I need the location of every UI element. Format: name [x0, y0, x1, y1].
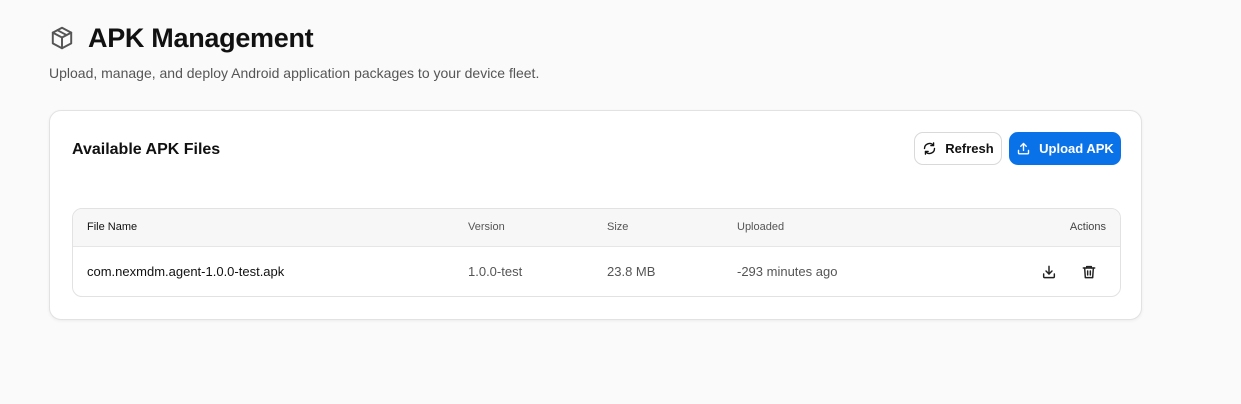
page-subtitle: Upload, manage, and deploy Android appli…: [49, 65, 540, 81]
table-header: File Name Version Size Uploaded Actions: [73, 209, 1120, 247]
apk-files-card: Available APK Files Refresh Upload APK F…: [49, 110, 1142, 320]
refresh-button[interactable]: Refresh: [914, 132, 1002, 165]
upload-icon: [1017, 142, 1030, 155]
refresh-button-label: Refresh: [945, 141, 994, 156]
table-row: com.nexmdm.agent-1.0.0-test.apk 1.0.0-te…: [73, 247, 1120, 296]
upload-apk-button-label: Upload APK: [1039, 141, 1114, 156]
upload-apk-button[interactable]: Upload APK: [1009, 132, 1121, 165]
cell-uploaded: -293 minutes ago: [737, 264, 838, 279]
trash-icon[interactable]: [1080, 263, 1098, 281]
cell-file-name: com.nexmdm.agent-1.0.0-test.apk: [87, 264, 285, 279]
card-title: Available APK Files: [72, 141, 221, 158]
cell-size: 23.8 MB: [607, 264, 656, 279]
column-header-uploaded: Uploaded: [737, 221, 785, 233]
column-header-version: Version: [468, 221, 505, 233]
page: APK Management Upload, manage, and deplo…: [0, 0, 1241, 404]
refresh-icon: [924, 142, 936, 155]
download-icon[interactable]: [1040, 263, 1058, 281]
package-icon: [49, 25, 75, 51]
apk-table: File Name Version Size Uploaded Actions …: [72, 208, 1121, 297]
page-header: APK Management Upload, manage, and deplo…: [49, 20, 539, 81]
column-header-file-name: File Name: [87, 221, 138, 233]
page-title: APK Management: [88, 23, 314, 53]
cell-version: 1.0.0-test: [468, 264, 523, 279]
column-header-size: Size: [607, 221, 629, 233]
title-row: APK Management: [49, 20, 539, 56]
column-header-actions: Actions: [1069, 221, 1106, 233]
